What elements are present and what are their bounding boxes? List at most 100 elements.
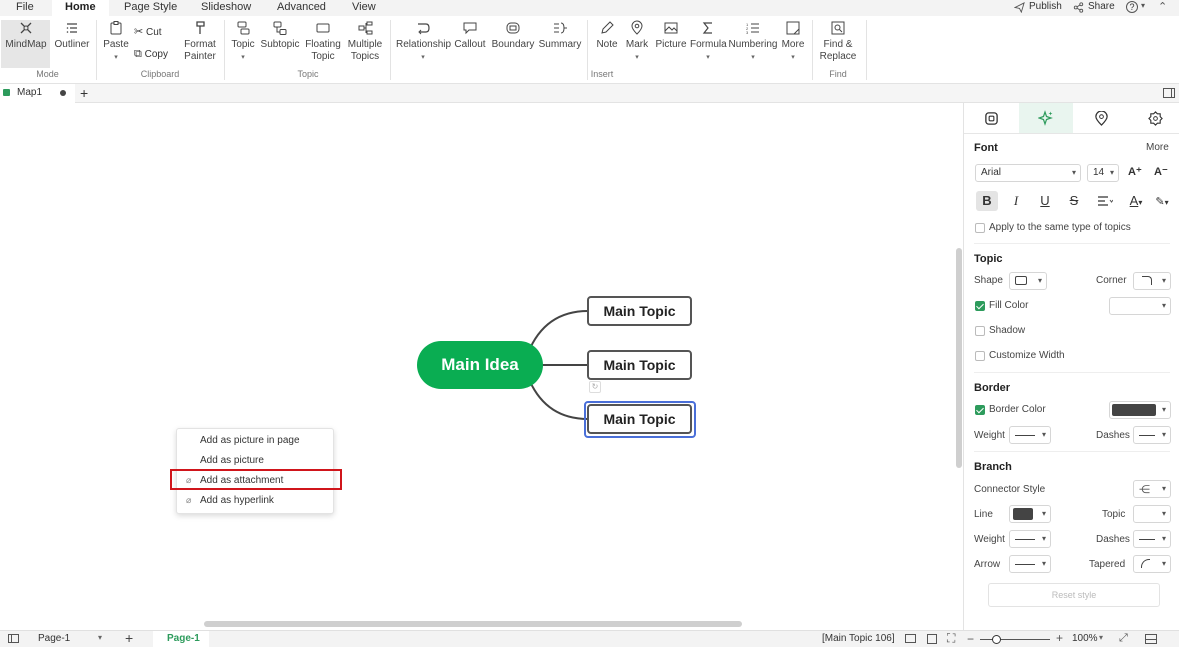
subtopic-button[interactable]: Subtopic bbox=[260, 20, 300, 51]
font-color-button[interactable]: A▾ bbox=[1124, 191, 1148, 211]
font-family-select[interactable]: Arial ▾ bbox=[975, 164, 1081, 182]
main-topic-node-selected[interactable]: Main Topic bbox=[587, 404, 692, 434]
page-panel-icon[interactable] bbox=[8, 634, 19, 643]
menu-home[interactable]: Home bbox=[52, 0, 109, 16]
strikethrough-button[interactable]: S bbox=[1063, 191, 1085, 211]
zoom-slider-track[interactable] bbox=[980, 639, 1050, 640]
highlight-color-button[interactable]: ✎▾ bbox=[1150, 191, 1174, 211]
font-more-link[interactable]: More bbox=[1146, 142, 1169, 153]
copy-icon: ⧉ bbox=[134, 48, 142, 60]
main-topic-node[interactable]: Main Topic bbox=[587, 296, 692, 326]
vertical-scrollbar[interactable] bbox=[956, 248, 962, 468]
shadow-checkbox[interactable] bbox=[975, 326, 985, 336]
add-page-button[interactable]: + bbox=[125, 630, 133, 646]
arrow-select[interactable]: ▾ bbox=[1009, 555, 1051, 573]
fit-page-icon[interactable] bbox=[905, 634, 916, 643]
add-as-hyperlink-item[interactable]: Add as hyperlink bbox=[177, 491, 335, 511]
panel-toggle-icon[interactable] bbox=[1163, 88, 1175, 98]
paste-button[interactable]: Paste ▾ bbox=[102, 20, 130, 64]
add-subtopic-icon[interactable]: ↻ bbox=[589, 381, 601, 393]
cut-button[interactable]: ✂ Cut bbox=[134, 25, 162, 38]
border-color-checkbox[interactable] bbox=[975, 405, 985, 415]
numbering-button[interactable]: 123 Numbering ▾ bbox=[728, 20, 778, 64]
page-select[interactable]: Page-1 ▾ bbox=[30, 632, 107, 646]
unsaved-dot-icon[interactable] bbox=[60, 90, 66, 96]
decrease-font-icon[interactable]: A⁻ bbox=[1154, 165, 1168, 178]
chevron-down-icon[interactable]: ▾ bbox=[1099, 633, 1103, 642]
main-idea-node[interactable]: Main Idea bbox=[417, 341, 543, 389]
mindmap-button[interactable]: MindMap bbox=[4, 20, 48, 51]
collapse-ribbon-icon[interactable]: ⌃ bbox=[1158, 0, 1167, 13]
branch-dashes-select[interactable]: ▾ bbox=[1133, 530, 1171, 548]
menu-file[interactable]: File bbox=[16, 0, 34, 16]
branch-weight-select[interactable]: ▾ bbox=[1009, 530, 1051, 548]
expand-icon[interactable]: ⤢ bbox=[1119, 632, 1128, 645]
help-icon[interactable]: ? bbox=[1126, 1, 1138, 13]
boundary-button[interactable]: Boundary bbox=[490, 20, 536, 51]
relationship-button[interactable]: Relationship ▾ bbox=[396, 20, 451, 64]
format-painter-button[interactable]: Format Painter bbox=[181, 20, 219, 63]
ribbon-separator bbox=[96, 20, 97, 80]
picture-button[interactable]: Picture bbox=[655, 20, 687, 51]
formula-button[interactable]: Formula ▾ bbox=[690, 20, 727, 64]
font-size-select[interactable]: 14 ▾ bbox=[1087, 164, 1119, 182]
note-button[interactable]: Note bbox=[594, 20, 620, 51]
fill-color-select[interactable]: ▾ bbox=[1109, 297, 1171, 315]
mark-button[interactable]: Mark ▾ bbox=[623, 20, 651, 64]
callout-button[interactable]: Callout bbox=[453, 20, 487, 51]
tab-marker[interactable] bbox=[1074, 103, 1128, 133]
topic-button[interactable]: Topic ▾ bbox=[228, 20, 258, 64]
main-topic-node[interactable]: Main Topic bbox=[587, 350, 692, 380]
apply-same-checkbox[interactable] bbox=[975, 223, 985, 233]
presentation-icon[interactable] bbox=[1145, 634, 1157, 644]
floating-topic-button[interactable]: Floating Topic bbox=[304, 20, 342, 63]
menu-slideshow[interactable]: Slideshow bbox=[201, 0, 251, 16]
share-button[interactable]: Share bbox=[1088, 1, 1115, 12]
find-replace-button[interactable]: Find & Replace bbox=[817, 20, 859, 63]
tab-page-format[interactable] bbox=[964, 103, 1018, 133]
tab-style[interactable] bbox=[1019, 103, 1073, 133]
branch-topic-select[interactable]: ▾ bbox=[1133, 505, 1171, 523]
border-weight-select[interactable]: ▾ bbox=[1009, 426, 1051, 444]
bold-button[interactable]: B bbox=[976, 191, 998, 211]
horizontal-scrollbar[interactable] bbox=[204, 621, 742, 627]
italic-button[interactable]: I bbox=[1005, 191, 1027, 211]
zoom-out-icon[interactable]: − bbox=[967, 632, 974, 646]
fullscreen-icon[interactable]: ⛶ bbox=[947, 631, 955, 646]
tab-page-1[interactable]: Page-1 bbox=[167, 633, 200, 644]
summary-button[interactable]: Summary bbox=[538, 20, 582, 51]
border-color-select[interactable]: ▾ bbox=[1109, 401, 1171, 419]
add-as-picture-item[interactable]: Add as picture bbox=[177, 451, 335, 471]
zoom-level[interactable]: 100% bbox=[1072, 633, 1098, 644]
customize-width-checkbox[interactable] bbox=[975, 351, 985, 361]
help-chevron-icon[interactable]: ▾ bbox=[1141, 1, 1145, 10]
add-as-picture-in-page-item[interactable]: Add as picture in page bbox=[177, 431, 335, 451]
add-tab-button[interactable]: + bbox=[80, 84, 88, 102]
reset-style-button[interactable]: Reset style bbox=[988, 583, 1160, 607]
fill-color-checkbox[interactable] bbox=[975, 301, 985, 311]
menu-advanced[interactable]: Advanced bbox=[277, 0, 326, 16]
shape-select[interactable]: ▾ bbox=[1009, 272, 1047, 290]
multiple-topics-button[interactable]: Multiple Topics bbox=[346, 20, 384, 63]
shadow-label: Shadow bbox=[989, 325, 1026, 336]
copy-button[interactable]: ⧉ Copy bbox=[134, 48, 168, 61]
doc-tab-map1[interactable]: Map1 bbox=[0, 84, 75, 103]
connector-style-select[interactable]: ⋲ ▾ bbox=[1133, 480, 1171, 498]
zoom-slider-handle[interactable] bbox=[992, 635, 1001, 644]
increase-font-icon[interactable]: A⁺ bbox=[1128, 165, 1142, 178]
border-dashes-select[interactable]: ▾ bbox=[1133, 426, 1171, 444]
line-color-select[interactable]: ▾ bbox=[1009, 505, 1051, 523]
mindmap-canvas[interactable]: Main Idea Main Topic Main Topic ↻ Main T… bbox=[0, 103, 963, 630]
zoom-in-icon[interactable]: + bbox=[1056, 631, 1063, 645]
underline-button[interactable]: U bbox=[1034, 191, 1056, 211]
grid-view-icon[interactable] bbox=[927, 634, 937, 644]
publish-button[interactable]: Publish bbox=[1029, 1, 1062, 12]
tapered-select[interactable]: ▾ bbox=[1133, 555, 1171, 573]
tab-theme[interactable] bbox=[1128, 103, 1179, 133]
outliner-button[interactable]: Outliner bbox=[52, 20, 92, 51]
menu-view[interactable]: View bbox=[352, 0, 376, 16]
menu-page-style[interactable]: Page Style bbox=[124, 0, 177, 16]
align-button[interactable] bbox=[1092, 191, 1118, 211]
more-button[interactable]: More ▾ bbox=[779, 20, 807, 64]
corner-select[interactable]: ▾ bbox=[1133, 272, 1171, 290]
